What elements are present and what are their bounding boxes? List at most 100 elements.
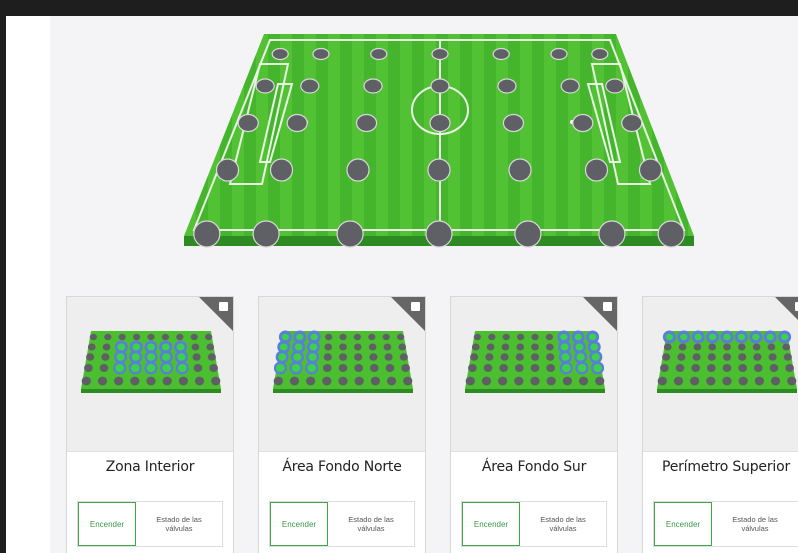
sprinkler-icon (355, 113, 378, 133)
sprinkler-icon (785, 363, 794, 373)
zone-card-north[interactable]: Área Fondo Norte Encender Estado de las … (258, 296, 426, 553)
sprinkler-icon (561, 363, 571, 373)
sprinkler-icon (690, 376, 700, 386)
zone-mini-map-north (273, 330, 413, 393)
valve-status-button[interactable]: Estado de las válvulas (712, 502, 798, 546)
sprinkler-icon (206, 343, 215, 351)
sprinkler-icon (722, 376, 732, 386)
sprinkler-icon (382, 333, 390, 341)
sprinkler-icon (430, 78, 450, 94)
sprinkler-icon (338, 363, 348, 373)
sprinkler-icon (431, 47, 449, 61)
sprinkler-icon (102, 343, 111, 351)
sprinkler-icon (161, 343, 170, 351)
sprinkler-icon (483, 363, 493, 373)
sprinkler-icon (706, 376, 716, 386)
sprinkler-icon (385, 363, 395, 373)
sprinkler-icon (481, 376, 492, 386)
valve-status-button[interactable]: Estado de las válvulas (328, 502, 414, 546)
sprinkler-icon (338, 376, 348, 386)
zone-mini-map-interior (81, 331, 221, 393)
sprinkler-icon (723, 343, 731, 351)
field-map-svg (184, 34, 694, 248)
sprinkler-icon (276, 363, 285, 373)
sprinkler-icon (146, 363, 156, 373)
sprinkler-icon (162, 353, 171, 361)
turn-on-button[interactable]: Encender (462, 502, 520, 546)
sprinkler-icon (323, 363, 332, 373)
sprinkler-icon (354, 363, 363, 373)
sprinkler-icon (516, 333, 525, 341)
sprinkler-icon (501, 343, 510, 351)
zone-title: Área Fondo Sur (481, 459, 587, 475)
sprinkler-icon (516, 343, 525, 351)
sprinkler-icon (396, 333, 405, 341)
sprinkler-icon (370, 47, 388, 61)
sprinkler-icon (752, 343, 761, 351)
sprinkler-icon (485, 353, 494, 361)
sprinkler-icon (708, 333, 717, 341)
sprinkler-icon (723, 333, 731, 341)
sprinkler-icon (293, 353, 302, 361)
valve-status-button[interactable]: Estado de las válvulas (136, 502, 222, 546)
sprinkler-icon (766, 333, 774, 341)
sprinkler-icon (530, 363, 540, 373)
sprinkler-icon (207, 353, 216, 361)
sprinkler-icon (767, 343, 776, 351)
sprinkler-icon (370, 376, 380, 386)
sprinkler-icon (130, 376, 140, 386)
sprinkler-icon (514, 376, 524, 386)
sprinkler-icon (722, 363, 732, 373)
sprinkler-icon (176, 333, 184, 341)
sprinkler-icon (638, 158, 663, 182)
sprinkler-icon (662, 353, 671, 361)
turn-on-button[interactable]: Encender (270, 502, 328, 546)
valve-status-button[interactable]: Estado de las válvulas (520, 502, 606, 546)
sprinkler-icon (502, 333, 510, 341)
sprinkler-icon (132, 333, 141, 341)
sprinkler-icon (386, 376, 397, 386)
sprinkler-icon (324, 343, 333, 351)
sprinkler-icon (178, 376, 188, 386)
sprinkler-icon (502, 113, 525, 133)
sprinkler-icon (368, 333, 376, 341)
corner-check-icon (219, 302, 228, 311)
sprinkler-icon (338, 353, 348, 361)
sprinkler-icon (294, 343, 303, 351)
sprinkler-icon (339, 343, 347, 351)
sprinkler-icon (657, 376, 667, 386)
turn-on-button[interactable]: Encender (654, 502, 712, 546)
sprinkler-icon (296, 333, 304, 341)
sprinkler-icon (209, 363, 218, 373)
sprinkler-icon (590, 343, 599, 351)
sprinkler-icon (306, 376, 316, 386)
sprinkler-icon (514, 220, 542, 248)
sprinkler-icon (354, 376, 364, 386)
sprinkler-icon (605, 78, 625, 94)
sprinkler-icon (591, 353, 600, 361)
sprinkler-icon (269, 158, 294, 182)
sprinkler-icon (162, 363, 171, 373)
sprinkler-icon (427, 158, 451, 182)
zone-card-south[interactable]: Área Fondo Sur Encender Estado de las vá… (450, 296, 618, 553)
zone-title: Perímetro Superior (661, 459, 791, 475)
turn-on-button[interactable]: Encender (78, 502, 136, 546)
sprinkler-icon (508, 158, 532, 182)
zone-actions: Encender Estado de las válvulas (653, 501, 798, 547)
sprinkler-icon (146, 353, 156, 361)
sprinkler-icon (578, 376, 589, 386)
zone-card-interior[interactable]: Zona Interior Encender Estado de las vál… (66, 296, 234, 553)
sprinkler-icon (117, 343, 126, 351)
sprinkler-icon (768, 353, 777, 361)
mini-field-edge (657, 389, 797, 393)
sprinkler-icon (211, 376, 221, 386)
zone-card-perimeter[interactable]: Perímetro Superior Encender Estado de la… (642, 296, 798, 553)
sprinkler-icon (255, 78, 275, 94)
sprinkler-icon (545, 343, 554, 351)
sprinkler-icon (281, 333, 290, 341)
sprinkler-icon (546, 353, 555, 361)
sprinkler-icon (562, 376, 572, 386)
sprinkler-icon (289, 376, 300, 386)
sprinkler-icon (131, 353, 140, 361)
sprinkler-icon (237, 113, 259, 133)
